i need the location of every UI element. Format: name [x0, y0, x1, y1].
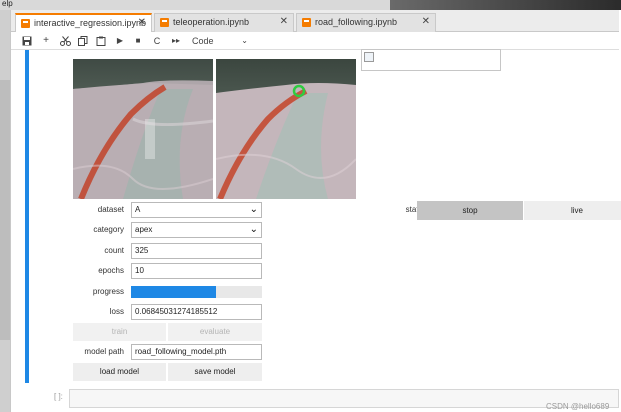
cell-prompt: [ ]: — [54, 392, 63, 401]
notebook-icon — [160, 18, 169, 27]
close-icon[interactable]: ✕ — [422, 16, 430, 28]
dataset-value: A — [135, 205, 141, 214]
stop-kernel-button[interactable]: ■ — [130, 34, 146, 48]
notebook-icon — [302, 18, 311, 27]
annotated-camera-image[interactable] — [216, 59, 356, 199]
category-label: category — [93, 225, 124, 234]
epochs-label: epochs — [98, 266, 124, 275]
notebook-toolbar: + ▶ ■ C ▸▸ Code ⌄ — [11, 32, 619, 50]
state-live-button[interactable]: live — [524, 201, 621, 220]
notebook-tab-bar: interactive_regression.ipynb ✕ teleopera… — [11, 10, 619, 33]
jupyter-window: interactive_regression.ipynb ✕ teleopera… — [10, 10, 621, 412]
progress-label: progress — [92, 287, 124, 296]
chevron-down-icon: ⌄ — [249, 224, 258, 235]
notebook-icon — [21, 19, 30, 28]
training-progress-bar — [131, 286, 262, 298]
cut-button[interactable] — [57, 34, 73, 48]
broken-image-placeholder — [361, 49, 501, 71]
active-cell-indicator — [25, 50, 29, 383]
run-all-button[interactable]: ▸▸ — [168, 34, 184, 48]
desktop-wallpaper — [390, 0, 621, 10]
save-button[interactable] — [19, 34, 35, 48]
evaluate-button[interactable]: evaluate — [168, 323, 262, 341]
cell-type-value: Code — [192, 36, 214, 46]
chevron-down-icon: ⌄ — [249, 204, 258, 215]
load-model-button[interactable]: load model — [73, 363, 166, 381]
menu-fragment[interactable]: elp — [2, 0, 13, 8]
save-model-button[interactable]: save model — [168, 363, 262, 381]
copy-button[interactable] — [75, 34, 91, 48]
state-stop-button[interactable]: stop — [417, 201, 523, 220]
tab-label: interactive_regression.ipynb — [34, 18, 147, 28]
left-window-edge — [0, 10, 10, 412]
tab-road-following[interactable]: road_following.ipynb ✕ — [296, 13, 436, 32]
tab-teleoperation[interactable]: teleoperation.ipynb ✕ — [154, 13, 294, 32]
clipboard-icon — [96, 36, 106, 46]
train-button[interactable]: train — [73, 323, 166, 341]
paste-button[interactable] — [93, 34, 109, 48]
category-value: apex — [135, 225, 153, 234]
count-label: count — [104, 246, 124, 255]
image-icon — [364, 52, 374, 62]
tab-interactive-regression[interactable]: interactive_regression.ipynb ✕ — [15, 13, 152, 33]
watermark: CSDN @hello689 — [546, 402, 610, 411]
scissors-icon — [59, 36, 71, 46]
epochs-field[interactable]: 10 — [131, 263, 262, 279]
close-icon[interactable]: ✕ — [138, 17, 146, 29]
cell-type-select[interactable]: Code ⌄ — [192, 35, 248, 47]
chevron-down-icon: ⌄ — [241, 36, 248, 45]
close-icon[interactable]: ✕ — [280, 16, 288, 28]
model-path-field[interactable]: road_following_model.pth — [131, 344, 262, 360]
desktop-background-strip: elp — [0, 0, 621, 10]
loss-field[interactable]: 0.06845031274185512 — [131, 304, 262, 320]
model-path-label: model path — [84, 347, 124, 356]
tab-label: teleoperation.ipynb — [173, 17, 250, 27]
loss-label: loss — [109, 307, 124, 316]
dataset-select[interactable]: A ⌄ — [131, 202, 262, 218]
category-select[interactable]: apex ⌄ — [131, 222, 262, 238]
restart-kernel-button[interactable]: C — [149, 34, 165, 48]
empty-code-cell[interactable] — [69, 389, 619, 408]
camera-image — [73, 59, 213, 199]
save-icon — [22, 36, 32, 46]
insert-cell-button[interactable]: + — [38, 34, 54, 48]
run-button[interactable]: ▶ — [112, 34, 128, 48]
progress-fill — [131, 286, 217, 298]
tab-label: road_following.ipynb — [315, 17, 398, 27]
copy-icon — [78, 36, 88, 46]
dataset-label: dataset — [97, 205, 124, 214]
count-field[interactable]: 325 — [131, 243, 262, 259]
